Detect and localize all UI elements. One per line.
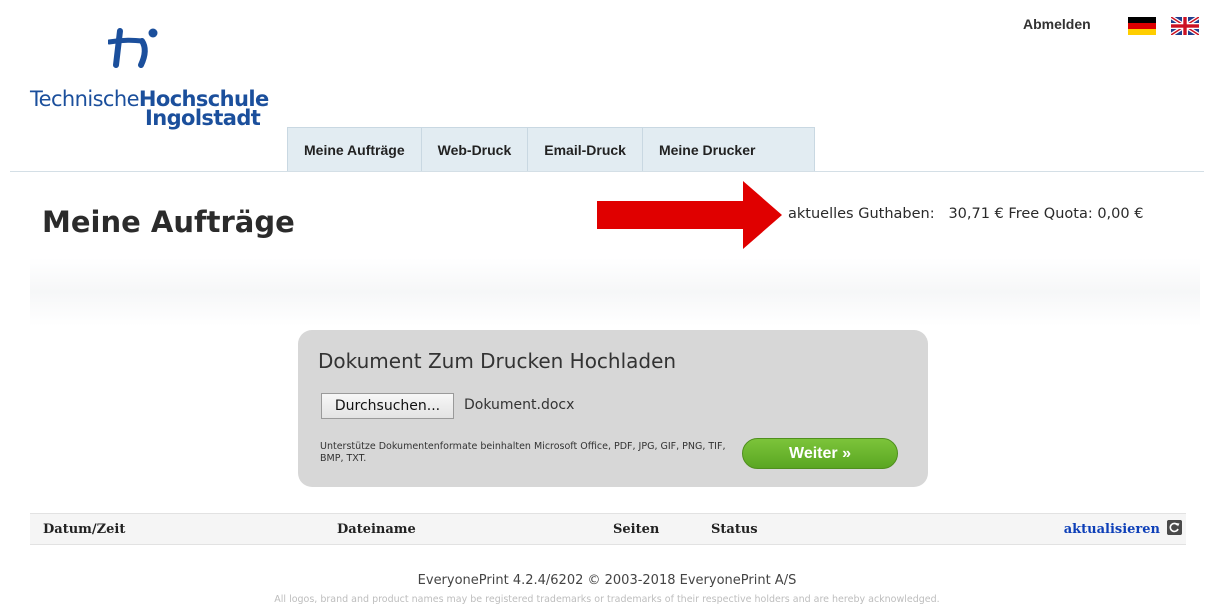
main-tabs: Meine Aufträge Web-Druck Email-Druck Mei…: [287, 127, 815, 172]
column-header-pages: Seiten: [613, 522, 660, 537]
balance-value: 30,71 €: [948, 206, 1004, 222]
thi-logo-mark-icon: [108, 28, 158, 68]
refresh-link[interactable]: aktualisieren: [1064, 522, 1160, 537]
column-header-date: Datum/Zeit: [43, 522, 126, 537]
logo-text-line2: Ingolstadt: [145, 106, 261, 130]
column-header-filename: Dateiname: [337, 522, 416, 537]
de-flag-icon[interactable]: [1128, 17, 1156, 35]
selected-file-name: Dokument.docx: [464, 397, 575, 413]
quota-value: 0,00 €: [1097, 206, 1144, 222]
refresh-icon[interactable]: [1167, 520, 1182, 535]
tab-email-druck[interactable]: Email-Druck: [528, 128, 643, 172]
footer-version: EveryonePrint 4.2.4/6202 © 2003-2018 Eve…: [417, 573, 797, 588]
gb-flag-icon[interactable]: [1171, 17, 1199, 35]
thi-logo[interactable]: TechnischeHochschule Ingolstadt: [30, 25, 280, 135]
quota-label: Free Quota:: [1008, 206, 1093, 222]
logout-link[interactable]: Abmelden: [1023, 16, 1091, 32]
jobs-table-header: Datum/Zeit Dateiname Seiten Status aktua…: [30, 513, 1186, 545]
blurred-band: [30, 258, 1200, 326]
footer-legal: All logos, brand and product names may b…: [274, 594, 940, 605]
tab-meine-auftraege[interactable]: Meine Aufträge: [288, 128, 422, 172]
supported-formats-text: Unterstütze Dokumentenformate beinhalten…: [320, 441, 726, 464]
balance-info: aktuelles Guthaben: 30,71 € Free Quota: …: [788, 206, 1143, 222]
browse-button[interactable]: Durchsuchen...: [321, 393, 454, 419]
tab-web-druck[interactable]: Web-Druck: [422, 128, 529, 172]
balance-label: aktuelles Guthaben:: [788, 206, 935, 222]
page-title: Meine Aufträge: [42, 205, 295, 239]
column-header-status: Status: [711, 522, 758, 537]
logo-text-regular: Technische: [30, 87, 140, 111]
page-header: TechnischeHochschule Ingolstadt Abmelden…: [0, 0, 1214, 172]
red-arrow-icon: [597, 181, 782, 249]
upload-panel: Dokument Zum Drucken Hochladen Durchsuch…: [298, 330, 928, 487]
next-button[interactable]: Weiter »: [742, 438, 898, 469]
tab-meine-drucker[interactable]: Meine Drucker: [643, 128, 771, 172]
upload-title: Dokument Zum Drucken Hochladen: [318, 349, 677, 373]
header-divider: [10, 171, 1204, 172]
